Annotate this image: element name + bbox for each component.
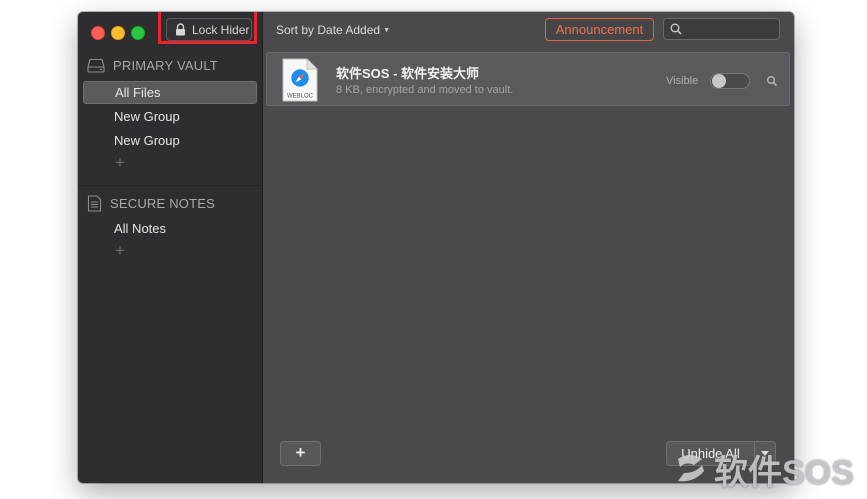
caret-down-icon: ▼ [383, 27, 391, 34]
primary-vault-label: PRIMARY VAULT [113, 58, 218, 73]
announcement-button[interactable]: Announcement [545, 18, 654, 41]
add-group-plus-icon[interactable]: + [113, 154, 127, 171]
sidebar-item-all-notes[interactable]: All Notes [83, 217, 257, 240]
sidebar-item-all-files[interactable]: All Files [83, 81, 257, 104]
reveal-search-icon[interactable] [766, 75, 778, 87]
sort-dropdown[interactable]: Sort by Date Added ▼ [276, 23, 390, 37]
secure-notes-label: SECURE NOTES [110, 196, 215, 211]
lock-icon [176, 23, 185, 36]
toggle-knob [712, 74, 726, 88]
sidebar-item-label: New Group [114, 109, 180, 124]
lock-hider-button[interactable]: Lock Hider [166, 18, 252, 41]
unhide-all-label: Unhide All [681, 446, 740, 461]
close-window-button[interactable] [91, 26, 105, 40]
sidebar-divider [78, 185, 262, 186]
unhide-all-button[interactable]: Unhide All [666, 441, 755, 466]
search-icon [670, 23, 682, 35]
chevron-down-icon [761, 451, 769, 456]
drive-icon [87, 58, 105, 73]
announcement-label: Announcement [555, 22, 644, 37]
sidebar-item-label: All Files [115, 85, 161, 100]
file-details: 8 KB, encrypted and moved to vault. [336, 84, 514, 96]
primary-vault-header: PRIMARY VAULT [87, 58, 218, 73]
sidebar-item-label: New Group [114, 133, 180, 148]
sidebar: Lock Hider PRIMARY VAULT All Files New G… [78, 12, 263, 483]
search-input[interactable] [686, 21, 778, 37]
file-row[interactable]: WEBLOC 软件SOS - 软件安装大师 8 KB, encrypted an… [266, 52, 790, 106]
sidebar-item-new-group[interactable]: New Group [83, 105, 257, 128]
minimize-window-button[interactable] [111, 26, 125, 40]
add-file-button[interactable]: + [280, 441, 321, 466]
sort-label: Sort by Date Added [276, 23, 381, 37]
search-field[interactable] [663, 18, 780, 40]
note-icon [87, 195, 102, 212]
zoom-window-button[interactable] [131, 26, 145, 40]
sidebar-item-label: All Notes [114, 221, 167, 236]
lock-hider-label: Lock Hider [192, 22, 250, 37]
file-type-label: WEBLOC [287, 94, 314, 100]
unhide-options-button[interactable] [754, 441, 776, 466]
sidebar-item-new-group[interactable]: New Group [83, 129, 257, 152]
webloc-file-icon: WEBLOC [282, 58, 318, 102]
add-note-plus-icon[interactable]: + [113, 242, 127, 259]
file-name: 软件SOS - 软件安装大师 [336, 66, 480, 81]
main-area: Sort by Date Added ▼ Announcement WEBLOC … [263, 12, 794, 483]
app-window: Lock Hider PRIMARY VAULT All Files New G… [78, 12, 794, 483]
secure-notes-header: SECURE NOTES [87, 195, 215, 212]
visible-toggle[interactable] [710, 73, 750, 89]
add-file-label: + [295, 443, 306, 462]
visible-label: Visible [666, 75, 699, 87]
